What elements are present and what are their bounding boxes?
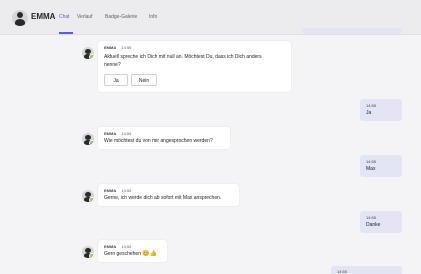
message-time: 14:55 [121, 45, 132, 50]
user-message: 14:55 Danke [360, 211, 402, 233]
bot-avatar-icon [82, 246, 94, 258]
message-text: Danke [366, 222, 381, 228]
sender-name: EMMA [104, 45, 117, 50]
sender-name: EMMA [104, 188, 117, 193]
online-status-icon [89, 253, 94, 258]
message-line: Gern geschehen [104, 251, 141, 257]
tab-chat[interactable]: Chat [59, 14, 70, 20]
message-text: Gerne, ich werde dich ab sofort mit Max … [104, 195, 222, 201]
chat-window: EMMA Chat Verlauf Badge-Galerie Info EMM… [0, 0, 421, 274]
user-message: 14:55 [331, 266, 402, 274]
yes-button[interactable]: Ja [104, 74, 128, 86]
bot-avatar-icon [82, 133, 94, 145]
app-title: EMMA [31, 12, 56, 21]
message-text: Aktuell spreche ich Dich mit null an. Mö… [104, 53, 289, 69]
message-time: 14:55 [366, 159, 377, 164]
online-status-icon [89, 54, 94, 59]
user-message: 14:55 Ja [360, 99, 402, 121]
message-meta: EMMA 14:55 [104, 131, 131, 136]
message-time: 14:55 [366, 215, 377, 220]
message-time: 14:55 [366, 103, 377, 108]
sender-name: EMMA [104, 131, 117, 136]
active-tab-indicator [59, 32, 73, 34]
no-button[interactable]: Nein [131, 74, 157, 86]
message-meta: EMMA 14:55 [104, 45, 131, 50]
message-bubble: EMMA 14:55 Wie möchtest du von mir anges… [98, 127, 230, 149]
bot-avatar-icon [12, 10, 28, 26]
bot-avatar-icon [82, 190, 94, 202]
message-line: Aktuell spreche ich Dich mit null an. Mö… [104, 54, 262, 60]
message-line: nenne? [104, 62, 121, 68]
message-bubble: EMMA 14:55 Aktuell spreche ich Dich mit … [98, 41, 291, 92]
message-time: 14:55 [121, 188, 132, 193]
tab-verlauf[interactable]: Verlauf [77, 14, 93, 20]
previous-user-message [302, 28, 402, 34]
sender-name: EMMA [104, 244, 117, 249]
message-bubble: EMMA 14:55 Gerne, ich werde dich ab sofo… [98, 184, 239, 206]
emoji: 😊👍 [142, 251, 158, 257]
user-message: 14:55 Max [360, 155, 402, 177]
tab-info[interactable]: Info [149, 14, 157, 20]
bot-avatar-icon [82, 47, 94, 59]
message-text: Max [366, 166, 376, 172]
message-time: 14:55 [121, 131, 132, 136]
message-meta: EMMA 14:55 [104, 244, 131, 249]
online-status-icon [89, 140, 94, 145]
message-bubble: EMMA 14:55 Gern geschehen 😊👍 [98, 240, 167, 262]
message-text: Ja [366, 110, 372, 116]
message-time: 14:55 [121, 244, 132, 249]
message-text: Wie möchtest du von mir angesprochen wer… [104, 138, 213, 144]
tab-badge-galerie[interactable]: Badge-Galerie [105, 14, 137, 20]
message-meta: EMMA 14:55 [104, 188, 131, 193]
message-text: Gern geschehen 😊👍 [104, 250, 157, 258]
online-status-icon [89, 197, 94, 202]
message-time: 14:55 [337, 269, 348, 274]
